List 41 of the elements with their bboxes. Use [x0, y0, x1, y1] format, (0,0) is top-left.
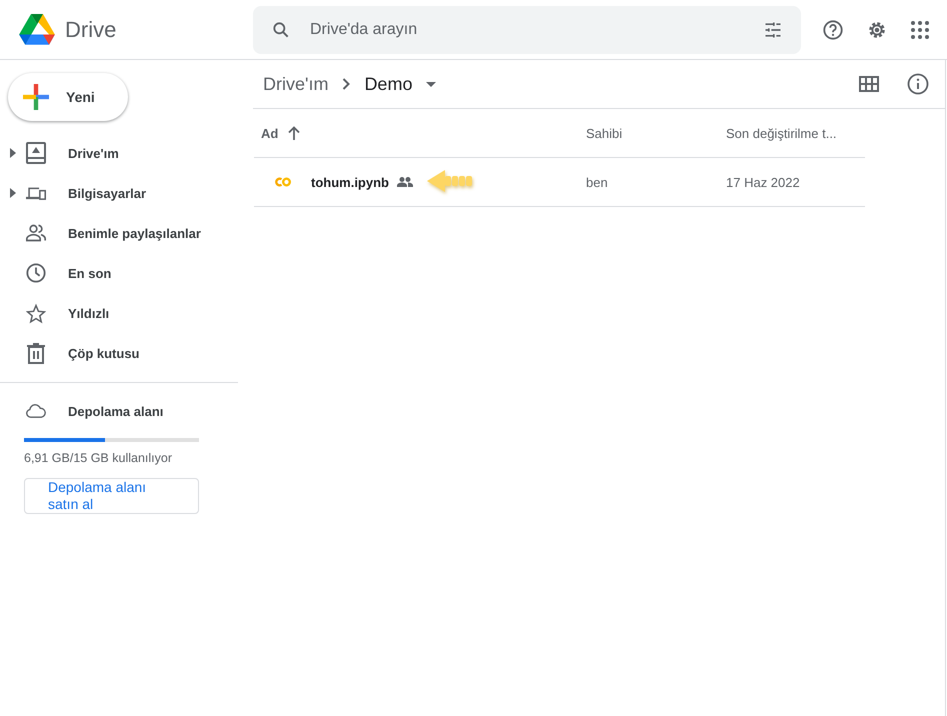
column-header[interactable]: Ad [261, 126, 278, 140]
file-name: tohum.ipynb [311, 174, 389, 190]
modified-date-cell: 17 Haz 2022 [726, 174, 800, 190]
grid-view-icon[interactable] [859, 76, 879, 92]
expand-caret-icon[interactable] [10, 188, 16, 198]
breadcrumb-item[interactable]: Demo [364, 74, 412, 94]
apps-icon[interactable] [910, 20, 930, 40]
cloud-icon [26, 402, 46, 420]
search-icon [271, 20, 291, 40]
sidebar-item[interactable]: Benimle paylaşılanlar [0, 213, 238, 253]
clock-icon [26, 262, 46, 284]
column-header[interactable]: Son değiştirilme t... [726, 126, 837, 140]
sidebar-item[interactable]: Bilgisayarlar [0, 173, 238, 213]
people-icon [26, 223, 46, 243]
sidebar-item[interactable]: Çöp kutusu [0, 333, 238, 373]
chevron-right-icon [342, 78, 350, 90]
column-header[interactable]: Sahibi [586, 126, 622, 140]
breadcrumb-item[interactable]: Drive'ım [263, 74, 328, 94]
drive-logo-icon [19, 14, 55, 46]
star-icon [26, 302, 46, 324]
buy-storage-button[interactable]: Depolama alanı satın al [24, 478, 199, 514]
sidebar-item[interactable]: En son [0, 253, 238, 293]
info-icon[interactable] [907, 73, 929, 95]
storage-item[interactable]: Depolama alanı [0, 391, 238, 431]
filter-icon[interactable] [763, 20, 783, 40]
sidebar-item[interactable]: Drive'ım [0, 133, 238, 173]
owner-cell: ben [586, 174, 608, 190]
storage-usage-text: 6,91 GB/15 GB kullanılıyor [24, 451, 172, 465]
sort-arrow-up-icon[interactable] [288, 126, 300, 140]
search-field[interactable]: Drive'da arayın [253, 6, 801, 54]
drive-folder-icon [26, 142, 46, 164]
colab-logo-icon [274, 177, 292, 187]
trash-icon [27, 342, 45, 364]
plus-icon [23, 84, 49, 110]
help-icon[interactable] [822, 18, 844, 40]
dropdown-caret-icon[interactable] [426, 82, 436, 86]
file-row[interactable]: tohum.ipynb ben 17 Haz 2022 [254, 158, 865, 207]
expand-caret-icon[interactable] [10, 148, 16, 158]
new-button[interactable]: Yeni [8, 73, 128, 121]
app-title: Drive [65, 16, 116, 42]
sidebar-item[interactable]: Yıldızlı [0, 293, 238, 333]
